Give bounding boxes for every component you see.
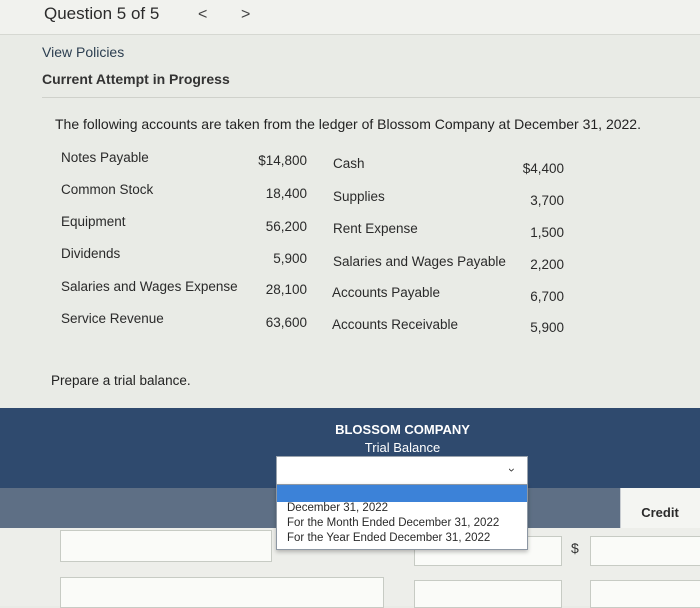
account-amount: $14,800 bbox=[258, 153, 307, 168]
dropdown-option[interactable]: For the Year Ended December 31, 2022 bbox=[287, 532, 490, 544]
credit-input[interactable] bbox=[590, 580, 700, 608]
problem-intro: The following accounts are taken from th… bbox=[55, 116, 641, 132]
account-name: Common Stock bbox=[61, 182, 154, 197]
account-amount: 56,200 bbox=[265, 219, 307, 234]
chevron-left-icon: < bbox=[198, 6, 208, 23]
account-name: Dividends bbox=[61, 246, 121, 261]
currency-symbol: $ bbox=[571, 540, 579, 556]
previous-question-button[interactable]: < bbox=[198, 6, 207, 24]
question-label: Question 5 of 5 bbox=[44, 4, 160, 23]
account-amount: 1,500 bbox=[530, 225, 564, 240]
account-amount: 6,700 bbox=[530, 289, 564, 304]
dropdown-option[interactable]: December 31, 2022 bbox=[287, 502, 388, 514]
account-amount: 2,200 bbox=[530, 257, 564, 272]
date-dropdown-menu: December 31, 2022 For the Month Ended De… bbox=[276, 484, 528, 550]
account-name: Notes Payable bbox=[61, 150, 149, 165]
account-amount: 63,600 bbox=[265, 315, 307, 330]
dropdown-highlight[interactable] bbox=[277, 485, 527, 502]
account-name: Supplies bbox=[333, 189, 385, 204]
account-amount: 18,400 bbox=[265, 186, 307, 201]
account-amount: $4,400 bbox=[522, 161, 564, 176]
debit-input[interactable] bbox=[414, 580, 562, 608]
account-title-input[interactable] bbox=[60, 530, 272, 562]
dropdown-option[interactable]: For the Month Ended December 31, 2022 bbox=[287, 517, 499, 529]
account-amount: 5,900 bbox=[530, 320, 564, 335]
instruction: Prepare a trial balance. bbox=[51, 373, 191, 388]
account-name: Cash bbox=[333, 156, 365, 171]
account-amount: 28,100 bbox=[265, 282, 307, 297]
account-name: Accounts Receivable bbox=[332, 317, 459, 332]
account-amount: 5,900 bbox=[273, 251, 307, 266]
statement-title: Trial Balance bbox=[364, 440, 441, 455]
chevron-right-icon: > bbox=[241, 6, 251, 23]
credit-label: Credit bbox=[641, 505, 679, 520]
divider bbox=[42, 97, 700, 98]
account-name: Rent Expense bbox=[333, 221, 418, 236]
next-question-button[interactable]: > bbox=[241, 6, 250, 24]
account-name: Equipment bbox=[61, 214, 126, 229]
account-name: Salaries and Wages Expense bbox=[61, 279, 238, 294]
account-name: Service Revenue bbox=[61, 311, 164, 326]
date-select[interactable] bbox=[276, 456, 528, 486]
account-name: Accounts Payable bbox=[332, 285, 441, 300]
account-title-input[interactable] bbox=[60, 577, 384, 608]
account-amount: 3,700 bbox=[530, 193, 564, 208]
chevron-down-icon[interactable]: › bbox=[505, 468, 519, 472]
company-name: BLOSSOM COMPANY bbox=[335, 422, 470, 437]
account-name: Salaries and Wages Payable bbox=[333, 254, 506, 269]
credit-input[interactable] bbox=[590, 536, 700, 566]
attempt-status: Current Attempt in Progress bbox=[42, 71, 230, 87]
view-policies-link[interactable]: View Policies bbox=[42, 44, 124, 60]
